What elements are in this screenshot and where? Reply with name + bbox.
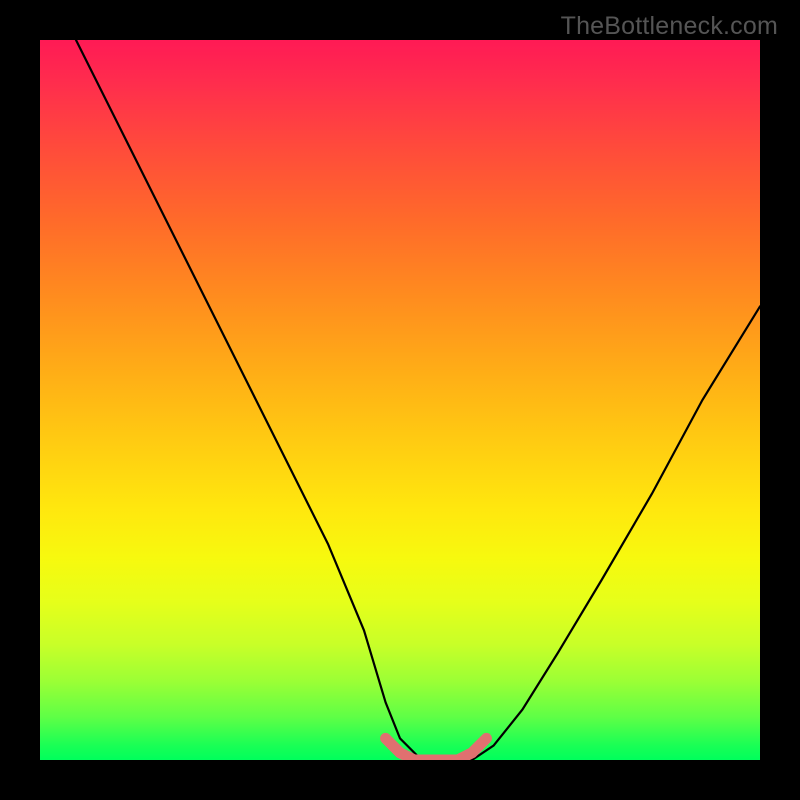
watermark-text: TheBottleneck.com xyxy=(561,12,778,41)
highlight-flat-bottom xyxy=(386,738,487,760)
curve-layer xyxy=(40,40,760,760)
plot-area xyxy=(40,40,760,760)
chart-frame: TheBottleneck.com xyxy=(0,0,800,800)
bottleneck-curve xyxy=(76,40,760,760)
